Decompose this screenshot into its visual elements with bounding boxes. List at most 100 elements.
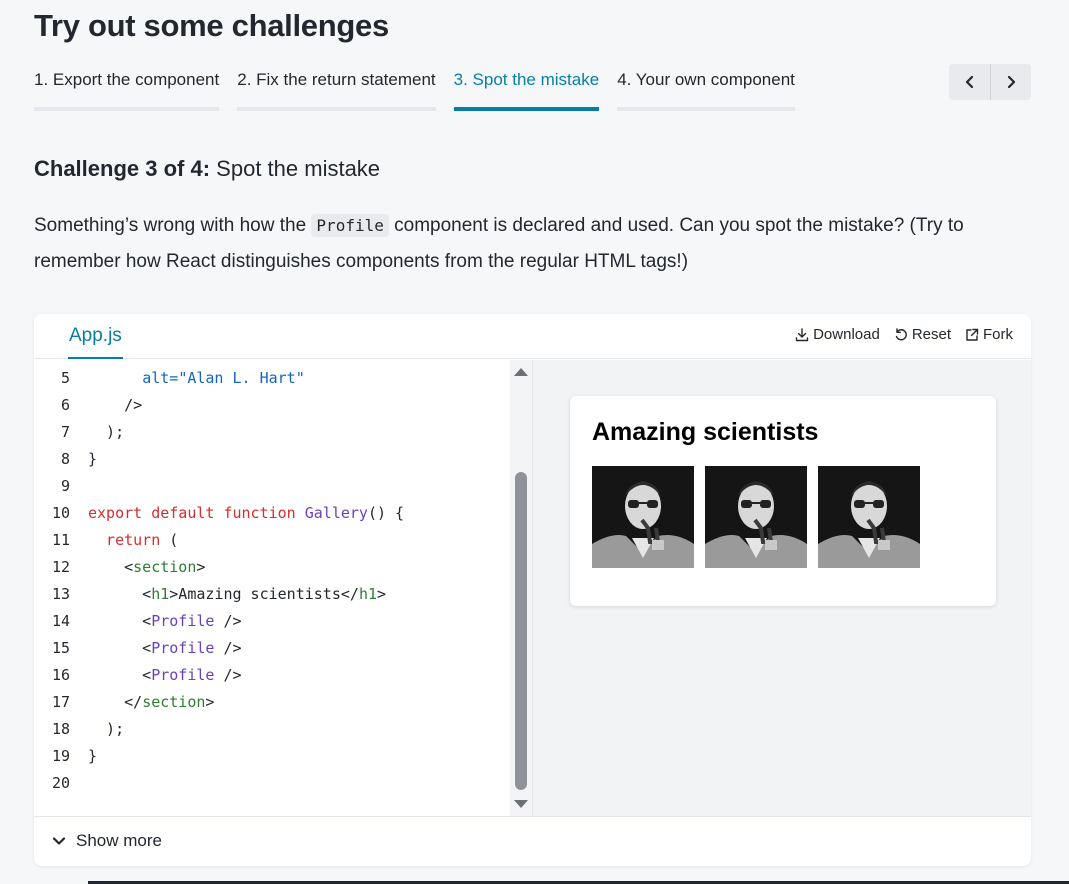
code-token: < (88, 558, 134, 576)
download-label: Download (813, 326, 880, 343)
code-text: } (88, 446, 97, 473)
code-token: < (88, 666, 152, 684)
scientist-portrait-image (818, 466, 920, 568)
scroll-up-arrow-icon[interactable] (514, 368, 528, 376)
line-number: 19 (51, 747, 70, 765)
code-token: </ (88, 693, 143, 711)
code-line: 6 /> (34, 392, 142, 419)
code-text: <Profile /> (88, 608, 242, 635)
scientist-portrait-image (705, 466, 807, 568)
show-more-button[interactable]: Show more (52, 831, 162, 851)
fork-button[interactable]: Fork (965, 326, 1013, 343)
line-number: 13 (51, 585, 70, 603)
code-token: /> (88, 396, 143, 414)
download-icon (795, 327, 809, 341)
inline-code-profile: Profile (311, 214, 389, 237)
code-text: } (88, 743, 97, 770)
code-text: ); (88, 716, 124, 743)
previous-challenge-button[interactable] (949, 64, 990, 100)
external-link-icon (966, 328, 979, 341)
scroll-down-arrow-icon[interactable] (514, 800, 528, 808)
code-token: export default function (88, 504, 305, 522)
challenge-tab-3[interactable]: 3. Spot the mistake (453, 70, 600, 111)
code-token: > (196, 558, 206, 576)
line-number: 9 (60, 477, 70, 495)
editor-scrollbar[interactable] (510, 360, 532, 816)
preview-pane: Amazing scientists (532, 360, 1031, 816)
code-text: </section> (88, 689, 214, 716)
show-more-label: Show more (76, 831, 162, 850)
code-line: 14 <Profile /> (34, 608, 242, 635)
code-text: ); (88, 419, 124, 446)
code-token: > (205, 693, 215, 711)
code-line: 18 ); (34, 716, 124, 743)
code-text: export default function Gallery() { (88, 500, 404, 527)
reset-label: Reset (911, 326, 951, 343)
chevron-down-icon (52, 837, 66, 845)
line-number: 18 (51, 720, 70, 738)
sandbox-footer: Show more (34, 816, 1031, 866)
code-token: < (88, 585, 152, 603)
challenge-description: Something’s wrong with how the Profile c… (34, 208, 1024, 280)
code-token: Profile (151, 666, 215, 684)
challenge-nav (949, 64, 1031, 100)
code-token: ); (88, 423, 125, 441)
preview-title: Amazing scientists (592, 418, 819, 446)
code-line: 15 <Profile /> (34, 635, 242, 662)
scientist-portrait-image (592, 466, 694, 568)
code-token: h1 (358, 585, 377, 603)
code-token: /> (214, 612, 242, 630)
line-number: 7 (60, 423, 70, 441)
line-number: 17 (51, 693, 70, 711)
page-title: Try out some challenges (34, 8, 389, 43)
code-token: Profile (151, 639, 215, 657)
challenge-counter: Challenge 3 of 4: (34, 156, 211, 181)
code-token: h1 (151, 585, 170, 603)
line-number: 14 (51, 612, 70, 630)
code-line: 10 export default function Gallery() { (34, 500, 404, 527)
code-text: return ( (88, 527, 178, 554)
code-token: >Amazing scientists</ (169, 585, 359, 603)
line-number: 11 (51, 531, 70, 549)
preview-card: Amazing scientists (570, 396, 996, 606)
code-text: <Profile /> (88, 635, 241, 662)
line-number: 10 (51, 504, 70, 522)
reset-button[interactable]: Reset (894, 326, 951, 343)
download-button[interactable]: Download (795, 326, 880, 343)
code-line: 8} (34, 446, 97, 473)
code-editor[interactable]: 5 alt="Alan L. Hart" 6 /> 7 ); 8} 9 10 export … (34, 360, 532, 816)
code-text: /> (88, 392, 142, 419)
code-text: alt="Alan L. Hart" (88, 365, 305, 392)
challenge-name: Spot the mistake (216, 156, 381, 181)
line-number: 12 (51, 558, 70, 576)
code-line: 16 <Profile /> (34, 662, 242, 689)
code-token: section (133, 558, 197, 576)
code-token: "Alan L. Hart" (178, 369, 305, 387)
line-number: 6 (60, 396, 70, 414)
code-text: <section> (88, 554, 205, 581)
code-line: 9 (34, 473, 70, 500)
line-number: 16 (51, 666, 70, 684)
code-token: } (88, 747, 98, 765)
file-tab-app-js[interactable]: App.js (68, 314, 123, 359)
line-number: 8 (60, 450, 70, 468)
code-line: 19} (34, 743, 97, 770)
code-text: <h1>Amazing scientists</h1> (88, 581, 386, 608)
scrollbar-thumb[interactable] (515, 472, 527, 790)
next-challenge-button[interactable] (990, 64, 1031, 100)
challenge-tab-1[interactable]: 1. Export the component (34, 70, 220, 111)
challenge-tab-4[interactable]: 4. Your own component (617, 70, 795, 111)
portrait-row (592, 466, 920, 568)
chevron-left-icon (965, 75, 973, 89)
code-line: 7 ); (34, 419, 124, 446)
code-token: < (88, 639, 152, 657)
code-token: /> (214, 666, 242, 684)
code-token: < (88, 612, 152, 630)
sandbox-header: App.js Download Reset Fork (34, 314, 1031, 359)
code-token: alt= (142, 369, 179, 387)
chevron-right-icon (1007, 75, 1016, 89)
line-number: 15 (51, 639, 70, 657)
challenge-tabs: 1. Export the component 2. Fix the return… (34, 70, 813, 111)
challenge-tab-2[interactable]: 2. Fix the return statement (237, 70, 436, 111)
